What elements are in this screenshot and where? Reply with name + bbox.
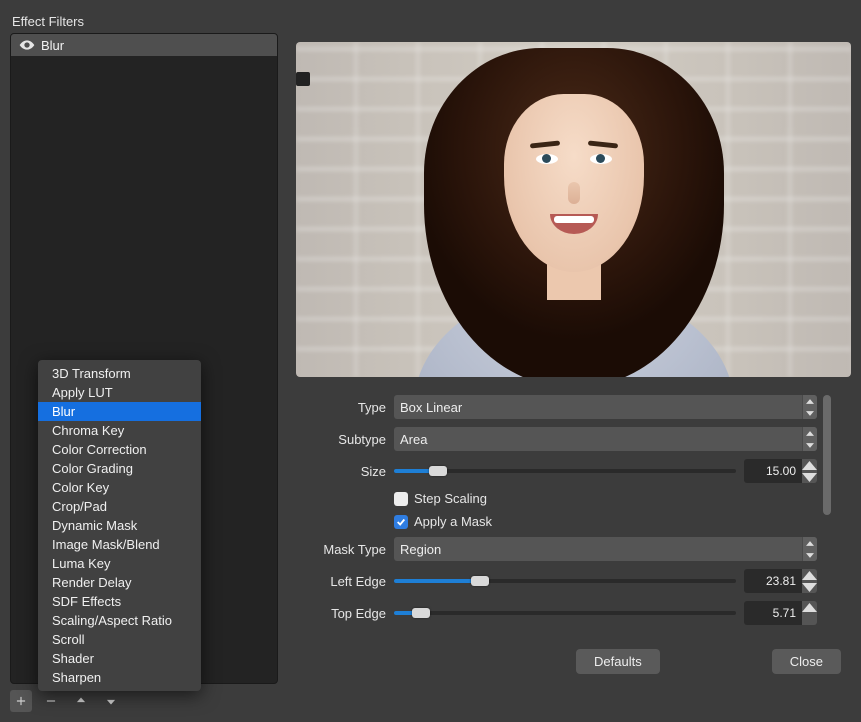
mask-type-dropdown[interactable]: Region bbox=[394, 537, 817, 561]
right-column: Type Box Linear Subtype Area bbox=[296, 8, 851, 712]
menu-item[interactable]: Color Grading bbox=[38, 459, 201, 478]
size-slider[interactable] bbox=[394, 461, 736, 481]
move-filter-down-button[interactable] bbox=[100, 690, 122, 712]
properties-panel: Type Box Linear Subtype Area bbox=[296, 395, 851, 635]
step-scaling-label: Step Scaling bbox=[414, 491, 487, 506]
menu-item[interactable]: 3D Transform bbox=[38, 364, 201, 383]
menu-item[interactable]: Crop/Pad bbox=[38, 497, 201, 516]
menu-item[interactable]: Color Key bbox=[38, 478, 201, 497]
menu-item[interactable]: Scaling/Aspect Ratio bbox=[38, 611, 201, 630]
left-edge-input[interactable]: 23.81 bbox=[744, 569, 802, 593]
step-scaling-row: Step Scaling bbox=[296, 491, 817, 506]
add-filter-menu[interactable]: 3D TransformApply LUTBlurChroma KeyColor… bbox=[38, 360, 201, 691]
mask-type-value: Region bbox=[400, 542, 441, 557]
apply-mask-row: Apply a Mask bbox=[296, 514, 817, 529]
visibility-icon[interactable] bbox=[19, 37, 35, 53]
menu-item[interactable]: Color Correction bbox=[38, 440, 201, 459]
defaults-button[interactable]: Defaults bbox=[576, 649, 660, 674]
top-edge-stepper[interactable] bbox=[802, 601, 817, 625]
panel-title: Effect Filters bbox=[12, 14, 278, 29]
move-filter-up-button[interactable] bbox=[70, 690, 92, 712]
top-edge-row: Top Edge 5.71 bbox=[296, 601, 817, 625]
menu-item[interactable]: SDF Effects bbox=[38, 592, 201, 611]
top-edge-input[interactable]: 5.71 bbox=[744, 601, 802, 625]
mask-type-row: Mask Type Region bbox=[296, 537, 817, 561]
top-edge-slider[interactable] bbox=[394, 603, 736, 623]
left-edge-stepper[interactable] bbox=[802, 569, 817, 593]
menu-item[interactable]: Dynamic Mask bbox=[38, 516, 201, 535]
size-row: Size 15.00 bbox=[296, 459, 817, 483]
updown-icon bbox=[802, 427, 817, 451]
dialog-footer: Defaults Close bbox=[296, 649, 851, 674]
menu-item[interactable]: Blur bbox=[38, 402, 201, 421]
remove-filter-button[interactable] bbox=[40, 690, 62, 712]
size-label: Size bbox=[296, 464, 386, 479]
updown-icon bbox=[802, 537, 817, 561]
menu-item[interactable]: Sharpen bbox=[38, 668, 201, 687]
size-input[interactable]: 15.00 bbox=[744, 459, 802, 483]
left-edge-label: Left Edge bbox=[296, 574, 386, 589]
apply-mask-label: Apply a Mask bbox=[414, 514, 492, 529]
filters-toolbar bbox=[10, 690, 278, 712]
left-edge-row: Left Edge 23.81 bbox=[296, 569, 817, 593]
type-dropdown[interactable]: Box Linear bbox=[394, 395, 817, 419]
filter-row-blur[interactable]: Blur bbox=[11, 34, 277, 56]
type-value: Box Linear bbox=[400, 400, 462, 415]
scrollbar-thumb[interactable] bbox=[823, 395, 831, 515]
top-edge-label: Top Edge bbox=[296, 606, 386, 621]
apply-mask-checkbox[interactable] bbox=[394, 515, 408, 529]
close-button[interactable]: Close bbox=[772, 649, 841, 674]
menu-item[interactable]: Image Mask/Blend bbox=[38, 535, 201, 554]
updown-icon bbox=[802, 395, 817, 419]
size-stepper[interactable] bbox=[802, 459, 817, 483]
subtype-row: Subtype Area bbox=[296, 427, 817, 451]
properties-scrollbar[interactable] bbox=[823, 395, 831, 635]
menu-item[interactable]: Chroma Key bbox=[38, 421, 201, 440]
subtype-value: Area bbox=[400, 432, 427, 447]
preview-image bbox=[296, 42, 851, 377]
subtype-dropdown[interactable]: Area bbox=[394, 427, 817, 451]
menu-item[interactable]: Luma Key bbox=[38, 554, 201, 573]
step-scaling-checkbox[interactable] bbox=[394, 492, 408, 506]
subtype-label: Subtype bbox=[296, 432, 386, 447]
type-label: Type bbox=[296, 400, 386, 415]
menu-item[interactable]: Render Delay bbox=[38, 573, 201, 592]
add-filter-button[interactable] bbox=[10, 690, 32, 712]
menu-item[interactable]: Apply LUT bbox=[38, 383, 201, 402]
filter-row-label: Blur bbox=[41, 38, 64, 53]
menu-item[interactable]: Scroll bbox=[38, 630, 201, 649]
type-row: Type Box Linear bbox=[296, 395, 817, 419]
left-edge-slider[interactable] bbox=[394, 571, 736, 591]
mask-type-label: Mask Type bbox=[296, 542, 386, 557]
menu-item[interactable]: Shader bbox=[38, 649, 201, 668]
